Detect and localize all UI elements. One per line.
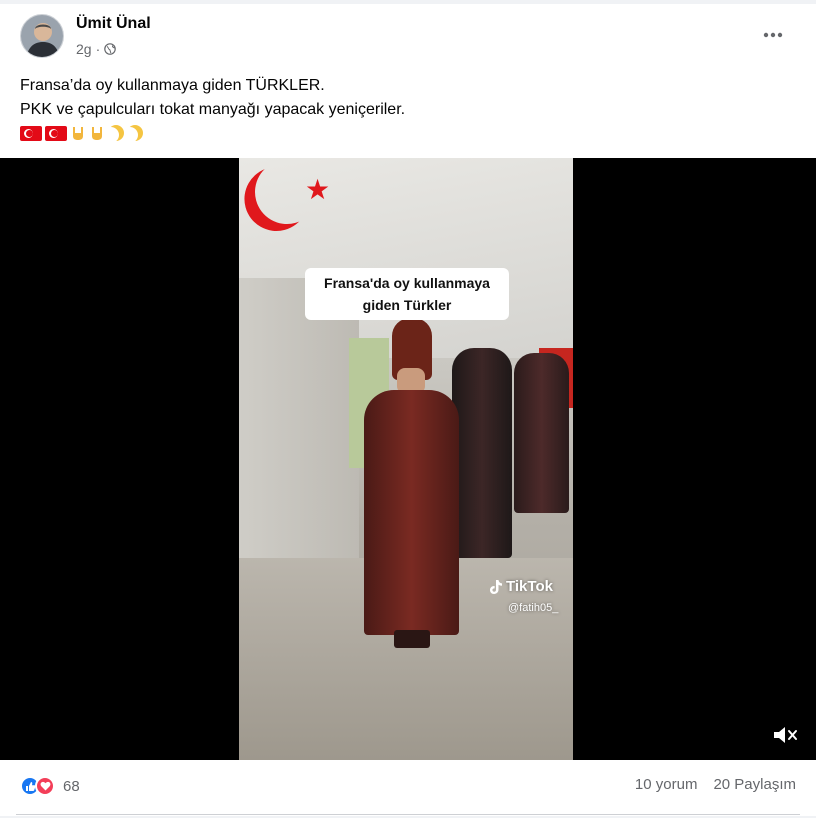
turkey-flag-icon (45, 125, 67, 141)
turkey-flag-icon (20, 125, 42, 141)
scene-figure-back (514, 353, 569, 513)
video-frame: ★ Fransa'da oy kullanmaya giden Türkler … (239, 158, 573, 760)
love-icon (35, 776, 55, 796)
sign-of-horns-icon (73, 127, 83, 140)
post-text-line-1: Fransa’da oy kullanmaya giden TÜRKLER. (20, 77, 325, 94)
meta-separator: · (95, 41, 101, 57)
globe-icon (104, 43, 117, 55)
speaker-muted-icon (774, 727, 797, 743)
tiktok-username: @fatih05_ (508, 602, 559, 614)
video-caption-line-1: Fransa'da oy kullanmaya (324, 275, 490, 291)
crescent-moon-icon (127, 125, 143, 141)
avatar-photo-icon (21, 15, 63, 57)
video-caption-line-2: giden Türkler (362, 297, 452, 313)
author-name[interactable]: Ümit Ünal (76, 15, 151, 33)
star-overlay-icon: ★ (305, 174, 331, 205)
post-card: Ümit Ünal 2g · Fransa’da oy kullanmaya g… (0, 4, 816, 816)
sign-of-horns-icon (92, 127, 102, 140)
ellipsis-icon (763, 32, 783, 38)
reaction-count: 68 (63, 777, 80, 795)
footer-divider (16, 814, 800, 815)
tiktok-brand: TikTok (506, 578, 553, 595)
avatar[interactable] (20, 14, 64, 58)
post-header: Ümit Ünal 2g · (0, 4, 816, 66)
post-text: Fransa’da oy kullanmaya giden TÜRKLER. P… (20, 74, 796, 143)
emoji-row (20, 123, 796, 143)
post-footer: 68 10 yorum 20 Paylaşım (0, 760, 816, 816)
reactions-summary[interactable]: 68 (20, 776, 80, 796)
video-player[interactable]: ★ Fransa'da oy kullanmaya giden Türkler … (0, 158, 816, 760)
scene-figure-middle (452, 348, 512, 558)
engagement-stats: 10 yorum 20 Paylaşım (635, 776, 796, 793)
post-time[interactable]: 2g (76, 41, 92, 57)
mute-button[interactable] (772, 724, 798, 746)
crescent-moon-icon (108, 125, 124, 141)
tiktok-logo-icon (490, 579, 502, 594)
comments-link[interactable]: 10 yorum (635, 776, 698, 793)
scene-figure-front (364, 318, 459, 648)
post-text-line-2: PKK ve çapulcuları tokat manyağı yapacak… (20, 101, 406, 118)
more-options-button[interactable] (760, 22, 786, 48)
tiktok-watermark: TikTok (489, 578, 553, 595)
post-meta: 2g · (76, 41, 117, 57)
video-caption: Fransa'da oy kullanmaya giden Türkler (305, 268, 509, 320)
shares-link[interactable]: 20 Paylaşım (713, 776, 796, 793)
